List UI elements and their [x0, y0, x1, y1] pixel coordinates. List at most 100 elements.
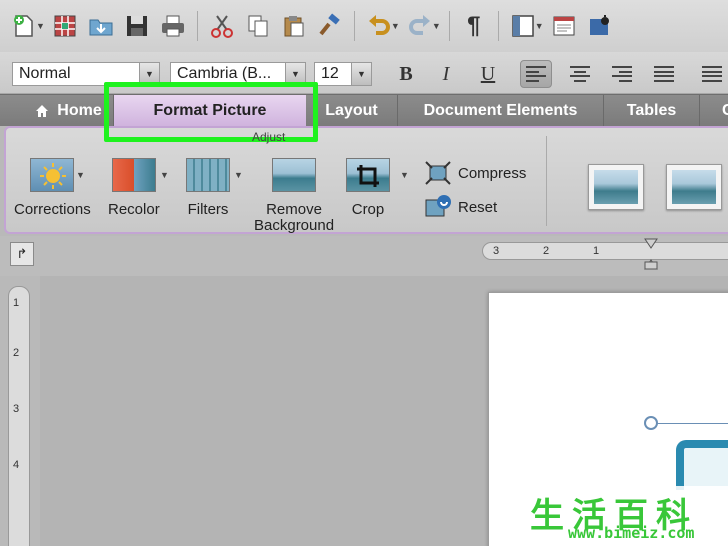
corrections-dropdown-icon[interactable]: ▼ — [76, 170, 85, 180]
align-right-button[interactable] — [606, 60, 638, 88]
format-picture-highlight — [104, 82, 318, 142]
toolbar-separator — [448, 11, 450, 41]
chevron-down-icon[interactable]: ▼ — [351, 63, 371, 85]
crop-dropdown-icon[interactable]: ▼ — [400, 170, 409, 180]
undo-button[interactable] — [361, 8, 397, 44]
tab-more-label: C — [722, 102, 728, 119]
ruler-tick-label: 4 — [13, 459, 20, 471]
font-size-select[interactable]: 12 ▼ — [314, 62, 372, 86]
vertical-ruler[interactable]: 1 2 3 4 — [8, 286, 30, 546]
corrections-button[interactable]: Corrections — [14, 158, 91, 218]
tab-tables-label: Tables — [626, 102, 677, 119]
font-value: Cambria (B... — [177, 65, 272, 82]
paste-button[interactable] — [276, 8, 312, 44]
bold-button[interactable]: B — [390, 60, 422, 88]
recolor-button[interactable]: Recolor — [108, 158, 160, 218]
sun-picture-icon — [30, 158, 75, 192]
tab-layout[interactable]: Layout — [306, 95, 398, 127]
toolbar-separator — [497, 11, 499, 41]
landscape-picture-icon — [672, 170, 716, 204]
gallery-button[interactable] — [546, 8, 582, 44]
watermark-url: www.bimeiz.com — [568, 524, 695, 542]
media-browser-button[interactable] — [582, 8, 618, 44]
compress-label: Compress — [458, 164, 527, 182]
align-left-icon — [526, 66, 546, 82]
show-formatting-button[interactable]: ¶ — [456, 8, 492, 44]
crop-icon — [357, 165, 379, 187]
pilcrow-icon: ¶ — [467, 12, 481, 39]
picture-style-thumbnail[interactable] — [588, 164, 644, 210]
bold-label: B — [399, 62, 413, 85]
picture-style-thumbnail[interactable] — [666, 164, 722, 210]
corrections-label: Corrections — [14, 201, 91, 218]
toolbar-separator — [196, 11, 198, 41]
reset-icon — [425, 195, 451, 217]
ruler-tick-label: 2 — [13, 347, 20, 359]
tab-stop-arrow-icon: ↱ — [16, 246, 28, 261]
picture-selection-border — [651, 423, 728, 424]
new-document-button[interactable] — [6, 8, 42, 44]
remove-background-label-line2: Background — [254, 217, 335, 234]
inserted-picture[interactable] — [676, 440, 728, 490]
compress-button[interactable]: Compress — [424, 160, 526, 186]
redo-button[interactable] — [402, 8, 438, 44]
picture-resize-handle[interactable] — [644, 416, 658, 430]
printer-icon — [161, 15, 184, 37]
tab-more[interactable]: C — [700, 95, 728, 127]
horizontal-ruler[interactable]: 3 2 1 — [482, 242, 728, 260]
home-icon — [36, 105, 49, 117]
adjust-group-label: Adjust — [252, 130, 286, 144]
tab-home-label: Home — [57, 102, 102, 119]
save-button[interactable] — [119, 8, 155, 44]
underline-label: U — [480, 62, 496, 85]
style-value: Normal — [19, 65, 71, 82]
tab-home[interactable]: Home — [24, 95, 114, 127]
recolor-label: Recolor — [108, 201, 160, 218]
justify-button[interactable] — [648, 60, 680, 88]
tab-tables[interactable]: Tables — [604, 95, 700, 127]
copy-button[interactable] — [240, 8, 276, 44]
templates-button[interactable] — [47, 8, 83, 44]
recolor-dropdown-icon[interactable]: ▼ — [160, 170, 169, 180]
ruler-tick-label: 2 — [543, 245, 550, 257]
justify-icon — [654, 66, 674, 82]
paintbrush-icon — [319, 13, 340, 36]
folder-icon — [89, 19, 113, 36]
reset-button[interactable]: Reset — [424, 194, 497, 220]
sidebar-button[interactable] — [505, 8, 541, 44]
open-button[interactable] — [83, 8, 119, 44]
ruler-tick-label: 3 — [13, 403, 20, 415]
tab-layout-label: Layout — [325, 102, 378, 119]
filters-dropdown-icon[interactable]: ▼ — [234, 170, 243, 180]
format-picture-ribbon: Corrections ▼ Recolor ▼ Filters ▼ Remove… — [4, 126, 728, 234]
align-right-icon — [612, 66, 632, 82]
format-painter-button[interactable] — [312, 8, 348, 44]
italic-label: I — [442, 62, 450, 85]
tab-document-elements[interactable]: Document Elements — [398, 95, 604, 127]
toolbar-separator — [353, 11, 355, 41]
ruler-bar: ↱ 3 2 1 — [0, 236, 728, 276]
undo-arrow-icon — [368, 15, 390, 35]
ribbon-separator — [546, 136, 547, 226]
crop-button[interactable]: Crop — [346, 158, 390, 218]
compress-icon — [425, 161, 451, 185]
crop-label: Crop — [351, 201, 385, 218]
redo-arrow-icon — [408, 15, 430, 35]
ruler-tick-label: 3 — [493, 245, 500, 257]
sidebar-layout-icon — [512, 15, 534, 37]
filters-button[interactable]: Filters — [186, 158, 230, 218]
print-button[interactable] — [155, 8, 191, 44]
standard-toolbar: ▼ ▼ ▼ ¶ ▼ — [0, 0, 728, 52]
align-center-button[interactable] — [564, 60, 596, 88]
remove-background-picture-icon — [272, 158, 317, 192]
indent-marker-icon[interactable] — [644, 238, 658, 270]
align-left-button[interactable] — [520, 60, 552, 88]
remove-background-label: Remove Background — [254, 202, 334, 234]
underline-button[interactable]: U — [472, 60, 504, 88]
remove-background-button[interactable]: Remove Background — [254, 158, 334, 234]
tab-stop-selector[interactable]: ↱ — [10, 242, 34, 266]
cut-button[interactable] — [204, 8, 240, 44]
italic-button[interactable]: I — [430, 60, 462, 88]
bullet-list-button[interactable] — [696, 60, 728, 88]
filters-label: Filters — [187, 201, 229, 218]
